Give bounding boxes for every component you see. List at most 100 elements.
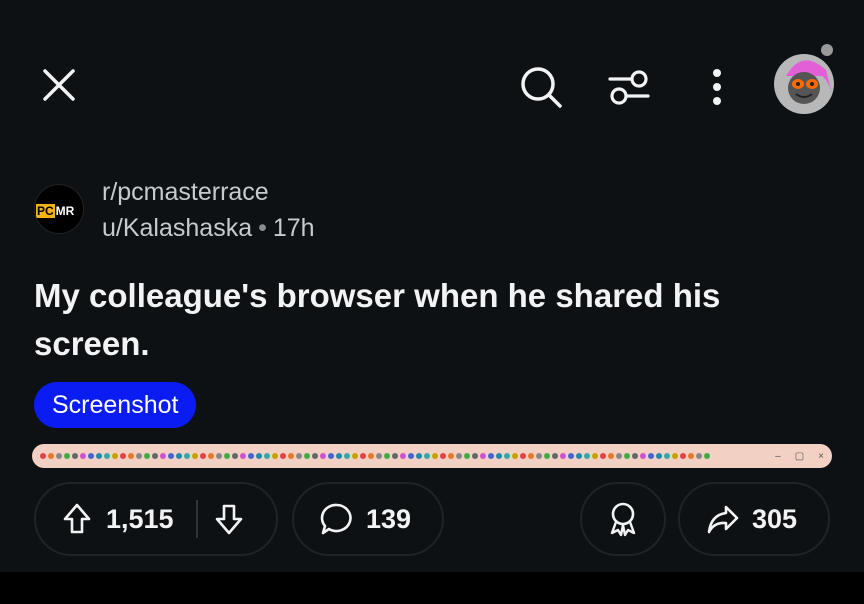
preview-tab-favicon bbox=[96, 453, 102, 459]
preview-tab-favicon bbox=[392, 453, 398, 459]
preview-tab-favicon bbox=[352, 453, 358, 459]
search-icon bbox=[521, 67, 562, 108]
preview-tab-favicon bbox=[328, 453, 334, 459]
preview-tab-favicon bbox=[160, 453, 166, 459]
preview-tab-favicon bbox=[56, 453, 62, 459]
preview-tab-favicon bbox=[560, 453, 566, 459]
preview-tab-favicon bbox=[592, 453, 598, 459]
preview-tab-favicon bbox=[304, 453, 310, 459]
bottom-edge-bar bbox=[0, 572, 864, 604]
preview-tab-favicon bbox=[672, 453, 678, 459]
preview-tab-favicon bbox=[432, 453, 438, 459]
preview-tab-favicon bbox=[440, 453, 446, 459]
preview-tab-favicon bbox=[616, 453, 622, 459]
preview-tab-favicon bbox=[568, 453, 574, 459]
preview-tab-favicon bbox=[424, 453, 430, 459]
preview-tab-favicon bbox=[232, 453, 238, 459]
subreddit-avatar[interactable]: PC MR bbox=[34, 184, 84, 234]
post-actions: 1,515 139 305 bbox=[0, 482, 864, 558]
preview-tab-favicon bbox=[224, 453, 230, 459]
preview-tab-favicon bbox=[416, 453, 422, 459]
preview-tab-favicon bbox=[464, 453, 470, 459]
preview-tab-favicon bbox=[40, 453, 46, 459]
comment-count: 139 bbox=[366, 503, 412, 534]
preview-tab-favicon bbox=[472, 453, 478, 459]
preview-tab-favicon bbox=[496, 453, 502, 459]
preview-tab-favicon bbox=[584, 453, 590, 459]
preview-tab-favicon bbox=[360, 453, 366, 459]
preview-tab-favicon bbox=[152, 453, 158, 459]
preview-tab-favicon bbox=[72, 453, 78, 459]
preview-tab-favicon bbox=[448, 453, 454, 459]
downvote-icon[interactable] bbox=[214, 502, 244, 536]
preview-tab-favicon bbox=[576, 453, 582, 459]
upvote-count: 1,515 bbox=[106, 503, 174, 534]
award-icon bbox=[610, 502, 636, 537]
preview-tab-favicon bbox=[696, 453, 702, 459]
preview-tab-favicon bbox=[664, 453, 670, 459]
preview-tab-favicon bbox=[192, 453, 198, 459]
preview-tab-favicon bbox=[368, 453, 374, 459]
preview-tab-favicon bbox=[136, 453, 142, 459]
filter-button[interactable] bbox=[604, 62, 654, 112]
more-vertical-icon bbox=[713, 69, 721, 105]
preview-tab-favicon bbox=[208, 453, 214, 459]
preview-tab-favicon bbox=[632, 453, 638, 459]
preview-tab-favicon bbox=[456, 453, 462, 459]
preview-tab-favicon bbox=[128, 453, 134, 459]
preview-tab-favicon bbox=[344, 453, 350, 459]
preview-tab-favicon bbox=[272, 453, 278, 459]
share-button[interactable]: 305 bbox=[678, 482, 830, 556]
preview-tab-favicon bbox=[80, 453, 86, 459]
preview-tab-favicon bbox=[312, 453, 318, 459]
preview-browser-tabs bbox=[40, 453, 767, 459]
post-meta: u/Kalashaska • 17h bbox=[102, 214, 315, 243]
author-link[interactable]: u/Kalashaska bbox=[102, 214, 252, 242]
close-button[interactable] bbox=[36, 62, 82, 108]
comment-icon bbox=[320, 503, 352, 535]
post-age: 17h bbox=[272, 214, 315, 242]
search-button[interactable] bbox=[516, 62, 566, 112]
preview-tab-favicon bbox=[488, 453, 494, 459]
preview-tab-favicon bbox=[680, 453, 686, 459]
preview-tab-favicon bbox=[528, 453, 534, 459]
preview-tab-favicon bbox=[288, 453, 294, 459]
preview-tab-favicon bbox=[600, 453, 606, 459]
vote-control: 1,515 bbox=[34, 482, 278, 556]
post-flair[interactable]: Screenshot bbox=[34, 382, 197, 428]
post-header: PC MR r/pcmasterrace u/Kalashaska • 17h bbox=[34, 176, 534, 246]
preview-tab-favicon bbox=[608, 453, 614, 459]
preview-tab-favicon bbox=[704, 453, 710, 459]
upvote-icon[interactable] bbox=[62, 502, 92, 536]
preview-tab-favicon bbox=[520, 453, 526, 459]
preview-tab-favicon bbox=[48, 453, 54, 459]
user-avatar-button[interactable] bbox=[772, 40, 838, 116]
preview-tab-favicon bbox=[688, 453, 694, 459]
preview-tab-favicon bbox=[256, 453, 262, 459]
preview-tab-favicon bbox=[536, 453, 542, 459]
preview-tab-favicon bbox=[64, 453, 70, 459]
preview-tab-favicon bbox=[104, 453, 110, 459]
preview-tab-favicon bbox=[384, 453, 390, 459]
post-title: My colleague's browser when he shared hi… bbox=[34, 277, 721, 362]
preview-tab-favicon bbox=[512, 453, 518, 459]
preview-tab-favicon bbox=[552, 453, 558, 459]
share-icon bbox=[707, 505, 739, 534]
preview-tab-favicon bbox=[88, 453, 94, 459]
subreddit-logo-text: PC MR bbox=[36, 204, 75, 218]
preview-tab-favicon bbox=[400, 453, 406, 459]
comments-button[interactable]: 139 bbox=[292, 482, 444, 556]
preview-tab-favicon bbox=[320, 453, 326, 459]
preview-tab-favicon bbox=[144, 453, 150, 459]
post-image-preview[interactable]: – ▢ × bbox=[32, 444, 832, 468]
more-options-button[interactable] bbox=[700, 62, 734, 112]
preview-tab-favicon bbox=[640, 453, 646, 459]
preview-tab-favicon bbox=[176, 453, 182, 459]
close-icon bbox=[43, 69, 75, 101]
award-button[interactable] bbox=[580, 482, 666, 556]
subreddit-name-link[interactable]: r/pcmasterrace bbox=[102, 178, 269, 207]
meta-separator: • bbox=[258, 214, 267, 242]
top-toolbar bbox=[0, 0, 864, 170]
preview-tab-favicon bbox=[200, 453, 206, 459]
preview-tab-favicon bbox=[624, 453, 630, 459]
